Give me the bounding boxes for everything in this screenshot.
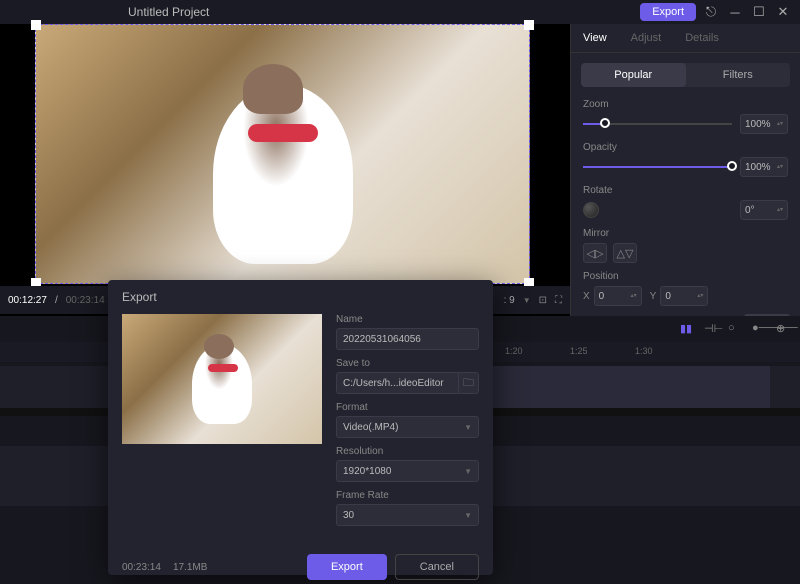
opacity-value[interactable]: 100%▴▾ [740,157,788,177]
export-size: 17.1MB [173,562,207,573]
format-label: Format [336,402,479,413]
export-duration: 00:23:14 [122,562,161,573]
zoom-slider[interactable] [583,123,732,125]
dialog-export-button[interactable]: Export [307,554,387,580]
framerate-label: Frame Rate [336,490,479,501]
tab-details[interactable]: Details [673,24,731,52]
minimize-icon[interactable]: ─ [726,3,744,21]
framerate-select[interactable]: 30▼ [336,504,479,526]
maximize-icon[interactable]: ☐ [750,3,768,21]
format-select[interactable]: Video(.MP4)▼ [336,416,479,438]
time-current: 00:12:27 [8,295,47,306]
zoom-value[interactable]: 100%▴▾ [740,114,788,134]
name-input[interactable] [336,328,479,350]
properties-panel: View Adjust Details Popular Filters Zoom… [570,24,800,316]
rotate-label: Rotate [583,185,788,196]
export-dialog: Export Name Save to 🗀 Format Video(.MP4)… [108,280,493,575]
mirror-label: Mirror [583,228,788,239]
circle-icon[interactable]: ○ [728,322,742,336]
cart-icon[interactable]: ⎋ [702,3,720,21]
pos-y-label: Y [650,291,657,302]
export-thumbnail [122,314,322,444]
marker-icon[interactable]: ▮▮ [680,322,694,336]
zoom-in-icon[interactable]: ⊕ [776,322,790,336]
opacity-slider[interactable] [583,166,732,168]
folder-icon[interactable]: 🗀 [459,372,479,394]
export-button[interactable]: Export [640,3,696,21]
mirror-horizontal-icon[interactable]: ◁▷ [583,243,607,263]
tab-adjust[interactable]: Adjust [619,24,674,52]
zoom-label: Zoom [583,99,788,110]
dialog-cancel-button[interactable]: Cancel [395,554,479,580]
subtab-popular[interactable]: Popular [581,63,686,87]
crop-icon[interactable]: ⊡ [539,295,547,306]
resolution-label: Resolution [336,446,479,457]
dialog-title: Export [122,290,479,304]
time-total: 00:23:14 [66,295,105,306]
titlebar: Untitled Project Export ⎋ ─ ☐ ✕ [0,0,800,24]
subtab-filters[interactable]: Filters [686,63,791,87]
mirror-vertical-icon[interactable]: △▽ [613,243,637,263]
project-title: Untitled Project [128,5,209,19]
resolution-select[interactable]: 1920*1080▼ [336,460,479,482]
ruler-mark: 1:25 [570,346,588,356]
chevron-down-icon[interactable]: ▼ [523,296,531,305]
pos-y-value[interactable]: 0▴▾ [660,286,708,306]
ruler-mark: 1:30 [635,346,653,356]
rotate-value[interactable]: 0°▴▾ [740,200,788,220]
split-icon[interactable]: ⊣⊢ [704,322,718,336]
pos-x-value[interactable]: 0▴▾ [594,286,642,306]
zoom-slider-icon[interactable]: ●───── [752,322,766,336]
ruler-mark: 1:20 [505,346,523,356]
close-icon[interactable]: ✕ [774,3,792,21]
opacity-label: Opacity [583,142,788,153]
preview-viewport[interactable]: 00:12:27 / 00:23:14 : 9 ▼ ⊡ ⛶ [0,24,570,316]
preview-zoom: : 9 [504,295,515,306]
saveto-input[interactable] [336,372,459,394]
video-frame[interactable] [35,24,530,284]
tab-view[interactable]: View [571,24,619,52]
name-label: Name [336,314,479,325]
position-label: Position [583,271,788,282]
saveto-label: Save to [336,358,479,369]
fullscreen-icon[interactable]: ⛶ [555,295,562,306]
rotate-dial[interactable] [583,202,599,218]
pos-x-label: X [583,291,590,302]
